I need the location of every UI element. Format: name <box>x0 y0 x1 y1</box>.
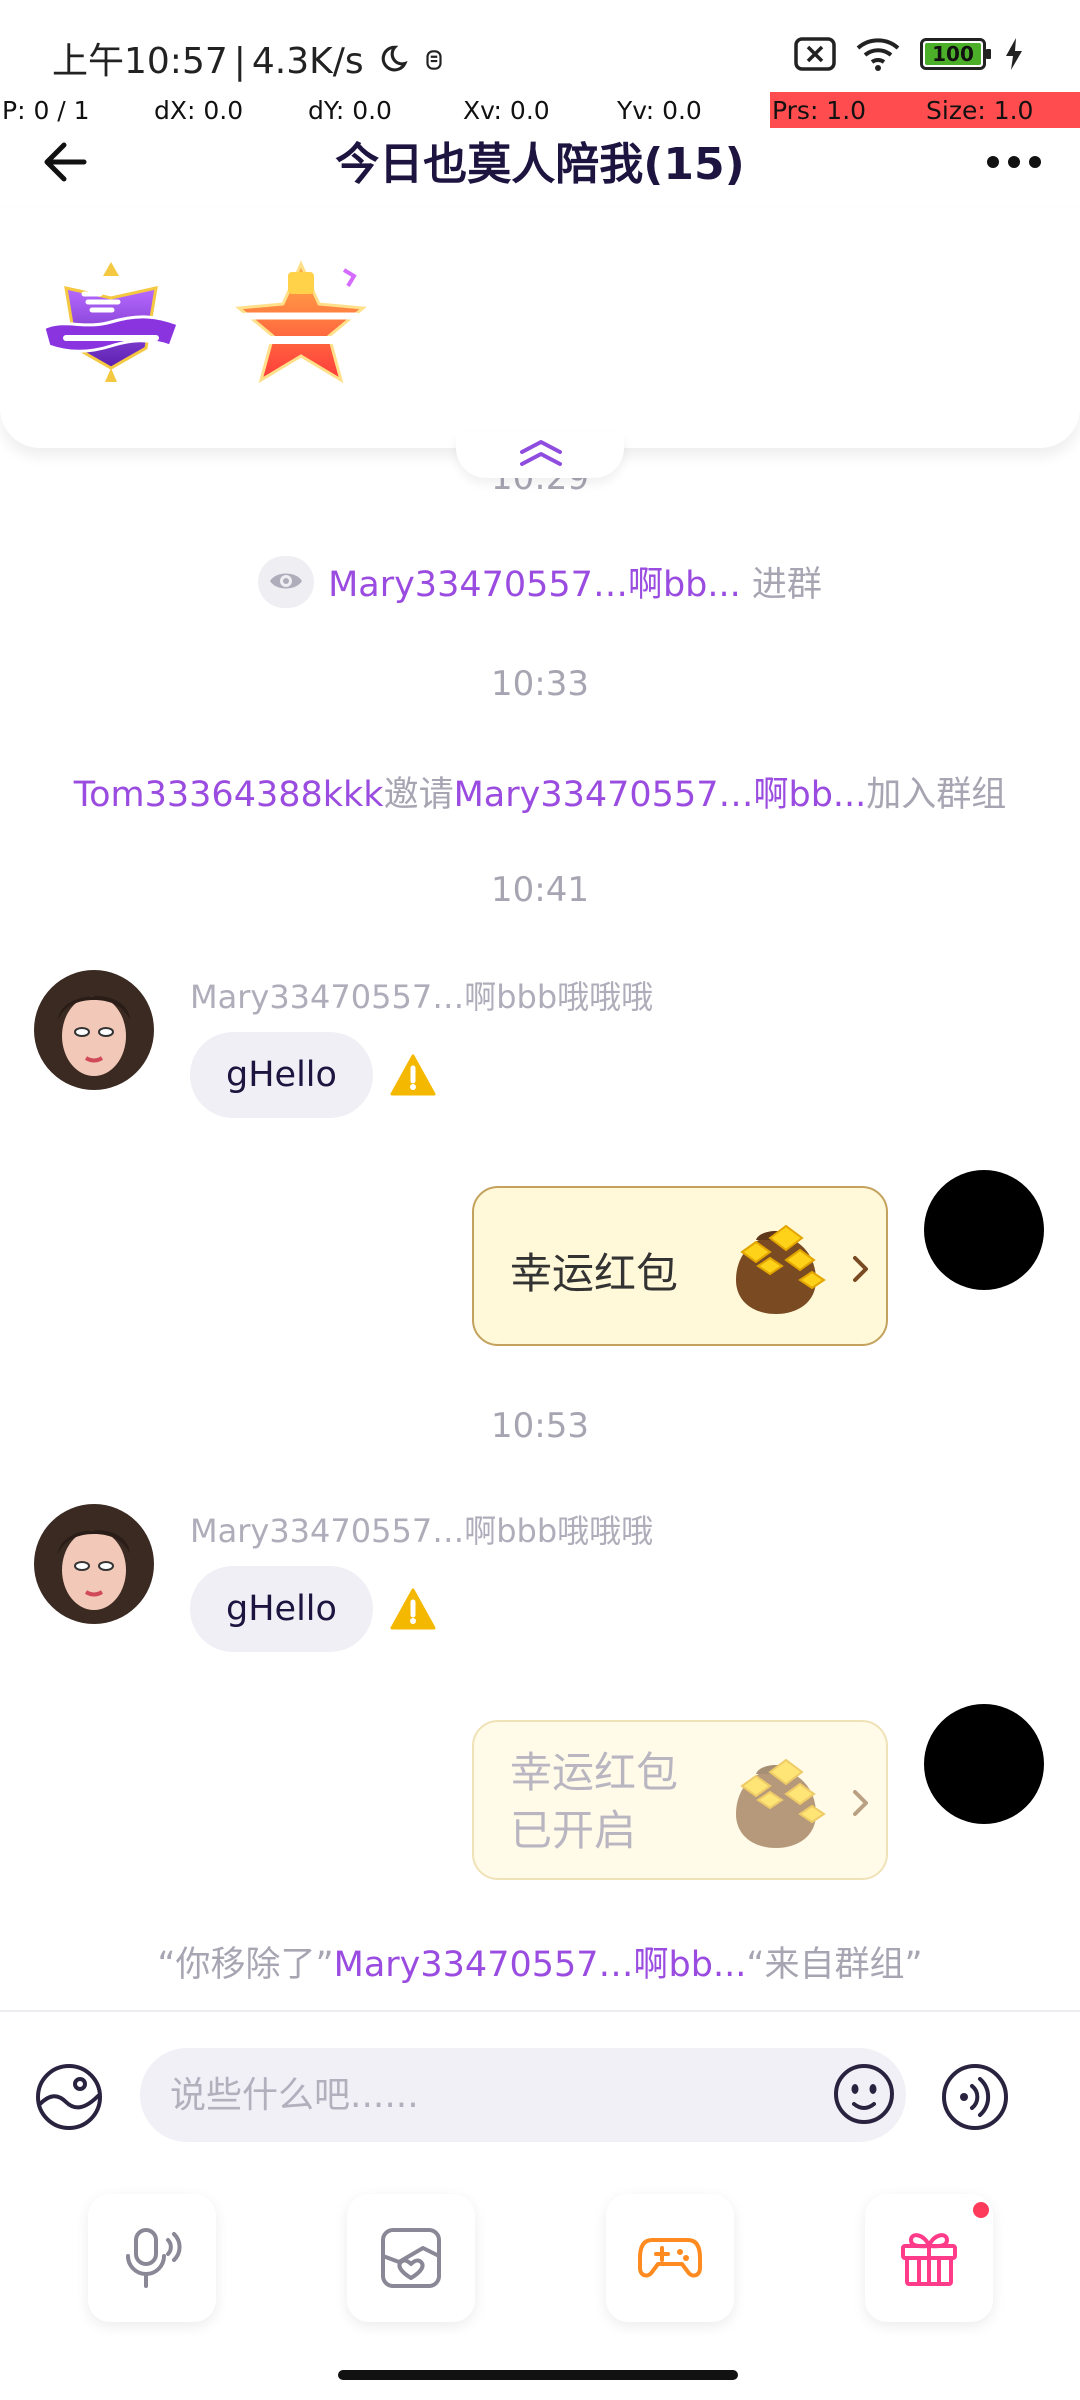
debug-xv: Xv: 0.0 <box>463 96 550 125</box>
red-packet-label: 幸运红包 <box>510 1249 679 1298</box>
voice-room-button[interactable] <box>88 2194 216 2322</box>
status-bar: 上午10:57 | 4.3K/s 100 <box>0 0 1080 92</box>
invite-event-inviter[interactable]: Tom33364388kkk <box>74 775 384 815</box>
red-packet-label-line1: 幸运红包 <box>510 1748 679 1797</box>
timestamp: 10:41 <box>491 870 589 910</box>
gift-notification-dot <box>973 2202 989 2218</box>
join-event: Mary33470557…啊bb... 进群 <box>0 556 1080 608</box>
timestamp: 10:33 <box>491 664 589 704</box>
debug-size: Size: 1.0 <box>924 92 1080 128</box>
debug-dx: dX: 0.0 <box>154 96 244 125</box>
invite-event-invitee[interactable]: Mary33470557…啊bb... <box>454 775 867 815</box>
emoji-icon[interactable] <box>832 2062 896 2126</box>
chat-message-list[interactable]: 10:29 Mary33470557…啊bb... 进群 10:33 Tom33… <box>0 448 1080 2008</box>
remove-event-user[interactable]: Mary33470557…啊bb... <box>334 1945 747 1985</box>
home-indicator[interactable] <box>338 2370 738 2380</box>
warning-icon[interactable] <box>390 1588 436 1630</box>
status-net-speed: 4.3K/s <box>251 41 364 82</box>
gift-icon <box>901 2233 957 2286</box>
moon-icon <box>381 45 408 72</box>
warning-icon[interactable] <box>390 1054 436 1096</box>
lucky-red-packet-opened[interactable]: 幸运红包 已开启 <box>472 1720 888 1880</box>
album-button[interactable] <box>347 2194 475 2322</box>
eye-icon-wrap <box>258 556 315 608</box>
double-chevron-up-icon <box>520 440 562 466</box>
status-left: 上午10:57 | 4.3K/s <box>52 32 447 84</box>
chevron-right-icon <box>853 1790 868 1816</box>
my-avatar[interactable] <box>924 1170 1044 1290</box>
bottom-toolbar <box>0 2194 1080 2324</box>
voice-message-icon[interactable] <box>940 2062 1010 2132</box>
battery-level: 100 <box>925 43 981 65</box>
chevron-right-icon <box>853 1256 868 1282</box>
group-title: 今日也莫人陪我(15) <box>335 139 745 190</box>
message-bubble[interactable]: gHello <box>190 1566 373 1652</box>
status-time: 上午10:57 <box>52 41 228 82</box>
microphone-icon <box>126 2228 182 2288</box>
gamepad-icon <box>638 2238 702 2278</box>
red-packet-label-line2: 已开启 <box>510 1806 637 1855</box>
charming-star-badge-icon[interactable] <box>226 258 376 393</box>
user-photo-icon <box>34 1504 154 1624</box>
collapse-badge-panel-button[interactable] <box>456 432 624 478</box>
gold-bag-icon <box>736 1758 826 1848</box>
sender-avatar[interactable] <box>34 1504 154 1624</box>
group-badge-panel <box>0 208 1080 448</box>
sim-x-icon <box>794 37 836 71</box>
remove-event-suffix: “来自群组” <box>746 1945 923 1985</box>
my-avatar[interactable] <box>924 1704 1044 1824</box>
sender-name[interactable]: Mary33470557…啊bbb哦哦哦 <box>190 1506 653 1552</box>
city-queens-badge-icon[interactable] <box>36 258 186 393</box>
sender-name[interactable]: Mary33470557…啊bbb哦哦哦 <box>190 972 653 1018</box>
message-input-row <box>0 2048 1080 2144</box>
debug-prs: Prs: 1.0 <box>770 92 924 128</box>
timestamp: 10:53 <box>491 1406 589 1446</box>
message-input[interactable] <box>140 2048 906 2142</box>
image-heart-icon <box>381 2228 441 2288</box>
more-options-icon[interactable] <box>984 142 1044 182</box>
remove-event-prefix: “你移除了” <box>157 1945 334 1985</box>
red-packet-label: 幸运红包 已开启 <box>510 1744 678 1860</box>
invite-event-verb: 邀请 <box>383 775 454 815</box>
battery-icon: 100 <box>920 38 991 70</box>
eye-icon <box>270 573 303 589</box>
game-button[interactable] <box>606 2194 734 2322</box>
gift-button[interactable] <box>865 2194 993 2322</box>
remove-event: “你移除了”Mary33470557…啊bb...“来自群组” <box>0 1936 1080 1987</box>
debug-dy: dY: 0.0 <box>308 96 392 125</box>
invite-event: Tom33364388kkk邀请Mary33470557…啊bb...加入群组 <box>0 766 1080 817</box>
user-photo-icon <box>34 970 154 1090</box>
join-event-user[interactable]: Mary33470557…啊bb... <box>328 565 741 605</box>
gold-bag-icon <box>736 1224 826 1314</box>
message-bubble[interactable]: gHello <box>190 1032 373 1118</box>
lucky-red-packet[interactable]: 幸运红包 <box>472 1186 888 1346</box>
pointer-debug-overlay: P: 0 / 1 dX: 0.0 dY: 0.0 Xv: 0.0 Yv: 0.0… <box>0 92 1080 128</box>
notification-icon <box>425 50 442 70</box>
chat-header: 今日也莫人陪我(15) <box>0 128 1080 208</box>
invite-event-action: 加入群组 <box>866 775 1007 815</box>
debug-yv: Yv: 0.0 <box>617 96 702 125</box>
status-right: 100 <box>794 36 1024 72</box>
join-event-action: 进群 <box>751 565 822 605</box>
input-divider <box>0 2010 1080 2012</box>
photo-album-icon[interactable] <box>34 2062 104 2132</box>
debug-p: P: 0 / 1 <box>2 96 90 125</box>
wifi-icon <box>856 38 900 71</box>
charging-bolt-icon <box>1006 38 1022 70</box>
sender-avatar[interactable] <box>34 970 154 1090</box>
